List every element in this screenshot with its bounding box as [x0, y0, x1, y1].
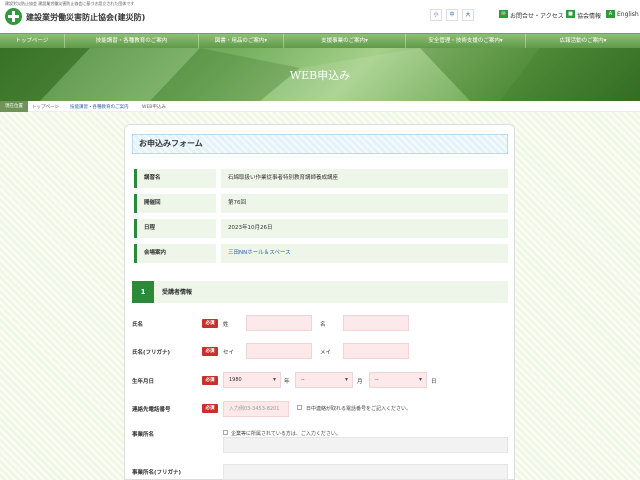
- office-name-input[interactable]: [223, 437, 508, 453]
- nav-item-training[interactable]: 技能講習・各種教育のご案内: [64, 34, 198, 48]
- font-size-small-button[interactable]: 小: [430, 9, 442, 21]
- info-value-session: 第76回: [221, 194, 508, 213]
- sei-kana-label: セイ: [223, 350, 235, 356]
- required-badge: 必須: [202, 404, 218, 413]
- site-header: 建設労災防止協会 建設業労働災害防止協会に基づき設立された団体です 建設業労働災…: [0, 0, 640, 33]
- phone-note: 日中連絡が取れる電話番号をご記入ください。: [306, 406, 412, 412]
- nav-item-books[interactable]: 図書・用品のご案内▾: [198, 34, 283, 48]
- nav-item-top[interactable]: トップページ: [0, 34, 64, 48]
- venue-link[interactable]: 三田NNホール＆スペース: [221, 244, 508, 263]
- kana-label: 氏名(フリガナ): [132, 350, 171, 356]
- office-name-kana-input[interactable]: [223, 464, 508, 480]
- sei-label: 姓: [223, 322, 229, 328]
- birth-month-select[interactable]: --: [295, 372, 353, 388]
- header-tagline: 建設労災防止協会 建設業労働災害防止協会に基づき設立された団体です: [5, 1, 135, 6]
- english-link[interactable]: English: [617, 11, 639, 18]
- info-value-date: 2023年10月26日: [221, 219, 508, 238]
- office-note-checkbox[interactable]: [223, 430, 228, 435]
- first-name-kana-input[interactable]: [343, 343, 409, 359]
- nav-item-support[interactable]: 支援事業のご案内▾: [283, 34, 405, 48]
- office-kana-label: 事業所名(フリガナ): [132, 470, 182, 476]
- info-value-course: 石綿取扱い作業従事者特別教育講師養成講座: [221, 169, 508, 188]
- info-label-date: 日程: [134, 219, 216, 238]
- info-label-venue: 会場案内: [134, 244, 216, 263]
- info-link[interactable]: 協会情報: [577, 11, 601, 20]
- breadcrumb-item-top[interactable]: トップページ: [32, 104, 59, 110]
- font-size-large-button[interactable]: 大: [462, 9, 474, 21]
- breadcrumb-item-training[interactable]: 技能講習・各種教育のご案内: [70, 104, 129, 110]
- org-name[interactable]: 建設業労働災害防止協会(建災防): [26, 12, 145, 23]
- mei-label: 名: [320, 322, 326, 328]
- info-label-course: 講習名: [134, 169, 216, 188]
- info-label-session: 開催回: [134, 194, 216, 213]
- birth-year-select[interactable]: 1980: [223, 372, 281, 388]
- required-badge: 必須: [202, 319, 218, 328]
- last-name-kana-input[interactable]: [246, 343, 312, 359]
- page-banner: WEB申込み: [0, 48, 640, 101]
- contact-link[interactable]: お問合せ・アクセス: [510, 11, 564, 20]
- birthdate-label: 生年月日: [132, 379, 155, 385]
- phone-input[interactable]: 入力例03-3453-8201: [223, 401, 289, 417]
- global-nav: トップページ 技能講習・各種教育のご案内 図書・用品のご案内▾ 支援事業のご案内…: [0, 33, 640, 48]
- mei-kana-label: メイ: [320, 350, 332, 356]
- nav-item-pr[interactable]: 広報活動のご案内▾: [525, 34, 640, 48]
- birth-day-select[interactable]: --: [369, 372, 427, 388]
- required-badge: 必須: [202, 376, 218, 385]
- month-unit: 月: [357, 379, 363, 385]
- form-title: お申込みフォーム: [132, 134, 508, 154]
- nav-item-safety[interactable]: 安全管理・技術支援のご案内▾: [405, 34, 525, 48]
- breadcrumb-item-current: WEB申込み: [142, 105, 166, 110]
- org-logo-icon[interactable]: [5, 8, 22, 25]
- building-icon: ■: [566, 10, 575, 18]
- section-number: 1: [132, 281, 154, 303]
- last-name-input[interactable]: [246, 315, 312, 331]
- day-unit: 日: [431, 379, 437, 385]
- breadcrumb-label: 現在位置: [0, 101, 28, 112]
- required-badge: 必須: [202, 347, 218, 356]
- english-icon: A: [606, 10, 615, 18]
- year-unit: 年: [284, 379, 290, 385]
- font-size-medium-button[interactable]: 中: [446, 9, 458, 21]
- office-label: 事業所名: [132, 432, 155, 438]
- section-title: 受講者情報: [162, 289, 193, 296]
- page-title: WEB申込み: [289, 69, 351, 82]
- first-name-input[interactable]: [343, 315, 409, 331]
- mail-icon: ✉: [499, 10, 508, 18]
- office-note: 企業等に所属されている方は、ご入力ください。: [231, 431, 341, 437]
- phone-note-checkbox[interactable]: [297, 405, 302, 410]
- phone-label: 連絡先電話番号: [132, 407, 171, 413]
- name-label: 氏名: [132, 322, 144, 328]
